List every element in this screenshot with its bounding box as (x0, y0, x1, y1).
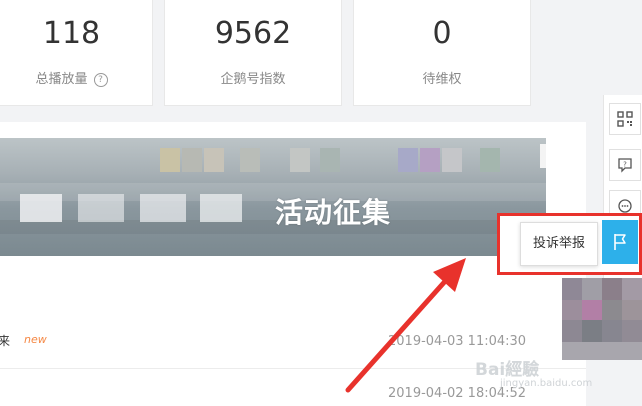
mosaic-block (204, 148, 224, 172)
pixel-block (582, 320, 602, 342)
stat-value: 0 (432, 16, 452, 51)
mosaic-block (290, 148, 310, 172)
stat-label: 待维权 (422, 72, 462, 87)
blurred-text (200, 194, 242, 222)
new-badge: new (24, 333, 47, 346)
help-button[interactable]: ? (609, 149, 641, 181)
mosaic-block (398, 148, 418, 172)
mosaic-block (160, 148, 180, 172)
stat-card-pending-rights: 0 待维权 (353, 0, 531, 106)
mosaic-block (480, 148, 500, 172)
pixel-block (582, 278, 602, 300)
pixel-block (622, 320, 642, 342)
pixel-block (562, 278, 582, 300)
banner-title: 活动征集 (275, 196, 392, 229)
activity-banner[interactable]: 活动征集 (0, 138, 546, 256)
blurred-text (20, 194, 62, 222)
stat-value: 118 (42, 16, 101, 51)
watermark: Bai經驗 (475, 360, 540, 380)
qr-code-icon (617, 111, 633, 127)
help-icon[interactable]: ? (93, 73, 108, 87)
pixel-block (562, 320, 582, 342)
mosaic-block (420, 148, 440, 172)
mosaic-block (320, 148, 340, 172)
stat-label: 总播放量 (35, 72, 88, 87)
mosaic-block (182, 148, 202, 172)
pixel-block (562, 300, 582, 320)
pixel-block (622, 300, 642, 320)
svg-text:?: ? (623, 161, 627, 169)
row-timestamp: 2019-04-03 11:04:30 (388, 334, 527, 349)
watermark-url: jingyan.baidu.com (500, 378, 593, 389)
help-icon: ? (618, 158, 632, 173)
flag-icon (614, 234, 626, 250)
chat-icon (618, 199, 632, 213)
pixel-block (602, 300, 622, 320)
stat-card-penguin-index: 9562 企鹅号指数 (164, 0, 342, 106)
pixel-block (602, 278, 622, 300)
mosaic-block (442, 148, 462, 172)
qr-code-button[interactable] (609, 103, 641, 135)
row-title[interactable]: 来 (0, 332, 10, 349)
blurred-text (78, 194, 124, 222)
mosaic-block (540, 144, 546, 168)
mosaic-block (240, 148, 260, 172)
pixel-block (622, 278, 642, 300)
pixel-block (562, 342, 642, 360)
stat-label: 企鹅号指数 (220, 72, 286, 87)
report-button[interactable] (602, 220, 638, 264)
pixel-block (602, 320, 622, 342)
pixel-block (582, 300, 602, 320)
report-tooltip: 投诉举报 (520, 222, 598, 266)
stat-value: 9562 (214, 16, 292, 51)
blurred-text (140, 194, 186, 222)
stat-card-total-plays: 118 总播放量? (0, 0, 153, 106)
